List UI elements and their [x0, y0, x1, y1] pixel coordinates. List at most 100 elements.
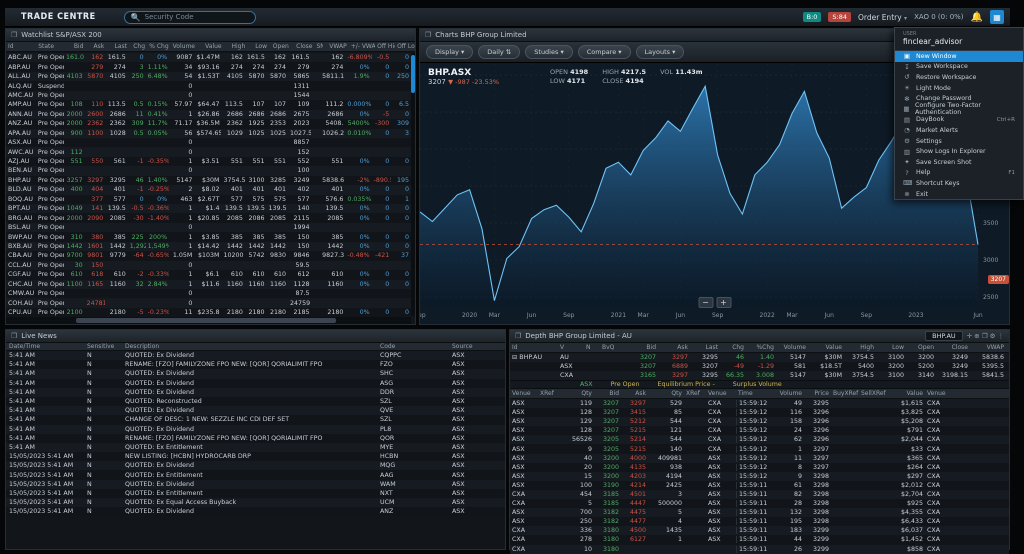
table-row[interactable]: ASX.AU Pre Open 0 8857: [6, 137, 411, 148]
table-row[interactable]: ASX 129 3207 5212 544 CXA 15:59:12 158 3296 $5,20…: [510, 417, 1009, 427]
watchlist-vertical-scrollbar[interactable]: [411, 53, 415, 316]
table-row[interactable]: BWP.AU Pre Open 310 380 385 225 200% 1 $3.85 385 3…: [6, 232, 411, 242]
column-header[interactable]: +/- VWAP: [349, 42, 375, 51]
table-row[interactable]: CXA 278 3180 6127 1 ASX 15:59:11 44 3299 $1,452 CX…: [510, 535, 1009, 545]
table-row[interactable]: CHC.AU Pre Open 1100 1165 1160 32 2.84% 1 $11.6 1…: [6, 279, 411, 289]
column-header[interactable]: Venue: [706, 389, 736, 398]
table-row[interactable]: ASX 9 3205 5215 140 CXA 15:59:12 1 3297 $33 CXA: [510, 444, 1009, 454]
news-header[interactable]: ❐ Live News: [6, 330, 505, 343]
column-header[interactable]: Bid: [65, 42, 86, 51]
table-row[interactable]: ASX 100 3190 4214 2425 ASX 15:59:11 61 3298 $2,01…: [510, 480, 1009, 490]
column-header[interactable]: Last: [690, 343, 720, 352]
table-row[interactable]: ABP.AU Pre Open 279 274 3 1.11% 34 $93.16 274 274…: [6, 62, 411, 72]
column-header[interactable]: Description: [122, 343, 377, 350]
table-row[interactable]: CCL.AU Pre Open 30 150 0 59.5: [6, 260, 411, 271]
menu-item-market-alerts[interactable]: ◔ Market Alerts: [895, 125, 1023, 136]
column-header[interactable]: Open: [906, 343, 936, 352]
column-header[interactable]: Id: [510, 343, 558, 352]
column-header[interactable]: Ask: [658, 343, 690, 352]
table-row[interactable]: 5:41 AM N RENAME: [FZO] FAMILYZONE FPO NEW…: [6, 433, 505, 443]
column-header[interactable]: Bid: [594, 389, 621, 398]
table-row[interactable]: AMP.AU Pre Open 108 110 113.5 0.5 0.15% 57.97 $6…: [6, 100, 411, 110]
menu-item-configure-two-factor-authentication[interactable]: ▦ Configure Two-Factor Authentication: [895, 102, 1023, 116]
table-row[interactable]: AMC.AU Pre Open 0 1544: [6, 90, 411, 101]
column-header[interactable]: BuyXRef: [831, 389, 859, 398]
table-row[interactable]: CXA 10 3180 15:59:11 26 3299 $858 CXA: [510, 544, 1009, 554]
column-header[interactable]: Code: [377, 343, 449, 350]
depth-symbol-box[interactable]: BHP.AU: [925, 331, 963, 341]
table-row[interactable]: BPT.AU Pre Open 1049 141 139.5 -0.5 -0.36% 1 $1.…: [6, 204, 411, 214]
watchlist-header[interactable]: ❐ Watchlist S&P/ASX 200: [6, 29, 415, 42]
table-row[interactable]: ASX 128 3207 5215 121 CXA 15:59:12 24 3296 $791 CX…: [510, 426, 1009, 436]
table-row[interactable]: AWC.AU Pre Open 112 0 152: [6, 147, 411, 157]
table-row[interactable]: COH.AU Pre Open 24781 0 24759: [6, 298, 411, 308]
depth-header-icon[interactable]: ❐: [982, 332, 990, 340]
column-header[interactable]: Low: [876, 343, 906, 352]
menu-item-exit[interactable]: ⊗ Exit: [895, 189, 1023, 200]
menu-item-save-screen-shot[interactable]: ✦ Save Screen Shot: [895, 157, 1023, 168]
chart-toolbar-button[interactable]: Studies ▾: [525, 45, 573, 59]
column-header[interactable]: Bid: [626, 343, 658, 352]
table-row[interactable]: BSL.AU Pre Open 0 1994: [6, 222, 411, 233]
table-row[interactable]: CBA.AU Pre Open 9700 9801 9779 -64 -0.65% 1.05M…: [6, 251, 411, 261]
user-menu-button[interactable]: ▦: [990, 10, 1004, 24]
chart-toolbar-button[interactable]: Compare ▾: [577, 45, 631, 59]
table-row[interactable]: 5:41 AM N CHANGE OF DESC: 1 NEW: SEZZLE IN…: [6, 415, 505, 425]
table-row[interactable]: 15/05/2023 5:41 AM N QUOTED: Ex Equal Acce…: [6, 498, 505, 508]
chart-zoom-out-button[interactable]: −: [698, 297, 713, 308]
menu-item-light-mode[interactable]: ☀ Light Mode: [895, 83, 1023, 94]
column-header[interactable]: Chg: [129, 42, 147, 51]
table-row[interactable]: ASX 250 3182 4477 4 ASX 15:59:11 195 3298 $6,433 C…: [510, 517, 1009, 527]
column-header[interactable]: VWAP: [323, 42, 349, 51]
column-header[interactable]: Value: [808, 343, 844, 352]
column-header[interactable]: %Chg: [746, 343, 776, 352]
table-row[interactable]: 5:41 AM N QUOTED: Ex Entitlement MYE ASX: [6, 442, 505, 453]
table-row[interactable]: CXA 5 3185 4447 500000 ASX 15:59:11 28 3298 $925 C…: [510, 499, 1009, 509]
column-header[interactable]: Low: [247, 42, 269, 51]
column-header[interactable]: Ask: [621, 389, 648, 398]
table-row[interactable]: 5:41 AM N QUOTED: Ex Dividend QVE ASX: [6, 406, 505, 416]
table-row[interactable]: CXA 3165 3297 3295 66.35 3.008 5147 $30M 3754.5 3…: [510, 371, 1009, 380]
column-header[interactable]: SellXRef: [859, 389, 887, 398]
table-row[interactable]: 5:41 AM N QUOTED: Ex Dividend PL8 ASX: [6, 424, 505, 434]
menu-item-help[interactable]: ? Help F1: [895, 168, 1023, 179]
column-header[interactable]: BvQ: [600, 343, 626, 352]
column-header[interactable]: Chg: [720, 343, 746, 352]
column-header[interactable]: VWAP: [970, 343, 1006, 352]
table-row[interactable]: 15/05/2023 5:41 AM N QUOTED: Ex Dividend AN…: [6, 507, 505, 517]
table-row[interactable]: CXA 454 3185 4501 3 ASX 15:59:11 82 3298 $2,704 CX…: [510, 489, 1009, 500]
column-header[interactable]: Volume: [776, 343, 808, 352]
table-row[interactable]: 15/05/2023 5:41 AM N NEW LISTING: [HCBN] H…: [6, 452, 505, 462]
menu-item-settings[interactable]: ⚙ Settings: [895, 136, 1023, 147]
column-header[interactable]: Source: [449, 343, 501, 350]
chart-toolbar-button[interactable]: Daily ⇅: [478, 45, 521, 59]
column-header[interactable]: Ask: [85, 42, 106, 51]
column-header[interactable]: Volume: [171, 42, 197, 51]
table-row[interactable]: CPU.AU Pre Open 2100 2180 -5 -0.23% 11 $235.8 21…: [6, 307, 411, 316]
table-row[interactable]: ⊟ BHP.AU AU 3207 3297 3295 46 1.40 5147 $30M 3754…: [510, 353, 1009, 362]
table-row[interactable]: ANZ.AU Pre Open 2000 2362 2362 309 11.7% 71.17 $…: [6, 119, 411, 129]
column-header[interactable]: Qty: [648, 389, 684, 398]
column-header[interactable]: N: [584, 343, 600, 352]
notifications-bell-icon[interactable]: 🔔: [971, 12, 983, 23]
table-row[interactable]: 15/05/2023 5:41 AM N QUOTED: Ex Dividend WA…: [6, 479, 505, 489]
menu-item-new-window[interactable]: ▣ New Window: [895, 51, 1023, 62]
table-row[interactable]: ALQ.AU Suspend 0 1311: [6, 81, 411, 91]
column-header[interactable]: High: [844, 343, 876, 352]
menu-item-save-workspace[interactable]: ↧ Save Workspace: [895, 62, 1023, 73]
table-row[interactable]: ASX 15 3200 4203 4194 ASX 15:59:12 9 3298 $297 CXA: [510, 471, 1009, 481]
table-row[interactable]: 5:41 AM N QUOTED: Reconstructed SZL ASX: [6, 396, 505, 407]
column-header[interactable]: High: [224, 42, 248, 51]
table-row[interactable]: ABC.AU Pre Open 161.0 162 161.5 0 0% 9087 $1.47M…: [6, 53, 411, 63]
table-row[interactable]: ASX 56526 3205 5214 544 CXA 15:59:12 62 3296 $2,0…: [510, 435, 1009, 445]
column-header[interactable]: Qty: [560, 389, 594, 398]
table-row[interactable]: BEN.AU Pre Open 0 100: [6, 166, 411, 176]
watchlist-horizontal-scrollbar[interactable]: [6, 317, 411, 324]
chart-toolbar-button[interactable]: Display ▾: [426, 45, 474, 59]
column-header[interactable]: Close: [936, 343, 970, 352]
table-row[interactable]: CXA 336 3180 4500 1435 ASX 15:59:11 183 3299 $6,0…: [510, 526, 1009, 536]
table-row[interactable]: 5:41 AM N QUOTED: Ex Dividend CQPPC ASX: [6, 351, 505, 361]
column-header[interactable]: Close: [291, 42, 315, 51]
table-row[interactable]: ASX 700 3182 4475 5 ASX 15:59:11 132 3298 $4,355 C…: [510, 508, 1009, 518]
column-header[interactable]: Date/Time: [6, 343, 84, 350]
